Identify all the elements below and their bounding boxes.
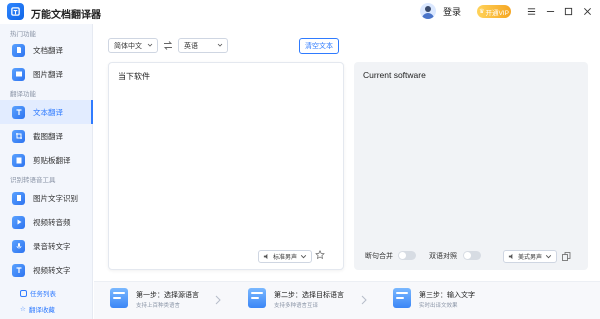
step-subtitle: 支持上百种类语言 [136,303,181,309]
sidebar-item-recording-to-text[interactable]: 录音转文字 [0,234,93,258]
sidebar-item-label: 录音转文字 [33,241,71,251]
sentence-merge-label: 断句合并 [365,253,393,260]
sidebar-item-text-translate[interactable]: 文本翻译 [0,100,93,124]
sidebar-item-clipboard-translate[interactable]: 剪贴板翻译 [0,148,93,172]
sidebar-item-video-to-audio[interactable]: 视频转音频 [0,210,93,234]
sidebar-group-hot: 热门功能 [10,31,36,38]
chevron-right-icon [215,295,221,305]
vip-button[interactable]: ♛ 开通VIP [477,5,511,18]
step-title: 第二步：选择目标语言 [274,292,344,299]
video-text-icon [12,263,25,277]
sidebar-item-document-translate[interactable]: 文档翻译 [0,38,93,62]
target-language-select[interactable]: 英语 [178,38,228,53]
chevron-down-icon [300,255,307,259]
star-outline-icon: ☆ [20,306,26,313]
app-title: 万能文档翻译器 [31,10,101,21]
sidebar-item-label: 视频转文字 [33,265,71,275]
chevron-down-icon [217,43,223,47]
step-subtitle: 实时出译文效果 [419,303,458,309]
avatar[interactable] [420,3,436,19]
crown-icon: ♛ [479,9,485,15]
chevron-right-icon [361,295,367,305]
source-text-panel[interactable]: 当下软件 [108,62,344,270]
step-document-icon [110,288,128,308]
login-link[interactable]: 登录 [443,5,461,18]
favorite-star-icon[interactable] [315,250,325,260]
bilingual-label: 双语对照 [429,253,457,260]
clear-text-button[interactable]: 清空文本 [299,38,339,54]
screenshot-icon [12,129,25,143]
step-document-icon [393,288,411,308]
close-icon[interactable] [580,4,594,18]
steps-bar: 第一步：选择源语言 支持上百种类语言 第二步：选择目标语言 支持多种语言互译 第… [94,281,600,319]
document-icon [12,43,25,57]
minimize-icon[interactable] [543,4,557,18]
source-language-value: 简体中文 [114,42,142,50]
source-voice-select[interactable]: 标准男声 [258,250,313,263]
login-area[interactable]: 登录 [420,3,461,19]
sidebar-group-tools: 识别转语音工具 [10,177,56,184]
vip-label: 开通VIP [485,9,509,17]
main-area: 简体中文 英语 清空文本 当下软件 标准男声 Current software … [94,24,600,319]
source-text-input[interactable]: 当下软件 [118,71,150,82]
sidebar-item-label: 视频转音频 [33,217,71,227]
task-list-link[interactable]: 任务列表 [20,288,56,298]
clipboard-icon [12,153,25,167]
sidebar-item-label: 图片翻译 [33,69,63,79]
sidebar-group-translate: 翻译功能 [10,91,36,98]
image-icon [12,67,25,81]
sidebar-item-label: 截图翻译 [33,131,63,141]
text-icon [12,105,25,119]
video-icon [12,215,25,229]
speaker-icon [508,253,513,260]
chevron-down-icon [545,255,552,259]
target-voice-value: 美式男声 [518,255,543,261]
sidebar-item-image-translate[interactable]: 图片翻译 [0,62,93,86]
bilingual-toggle[interactable] [463,251,481,260]
sidebar-item-ocr[interactable]: 图片文字识别 [0,186,93,210]
sidebar-item-label: 剪贴板翻译 [33,155,71,165]
chevron-down-icon [147,43,153,47]
task-list-icon [20,289,27,297]
step-subtitle: 支持多种语言互译 [274,303,319,309]
source-language-select[interactable]: 简体中文 [108,38,158,53]
title-bar: 万能文档翻译器 登录 ♛ 开通VIP [0,0,600,24]
sentence-merge-toggle[interactable] [398,251,416,260]
recording-icon [12,239,25,253]
step-title: 第三步：输入文字 [419,292,475,299]
app-logo [7,3,24,20]
sidebar-item-label: 文档翻译 [33,45,63,55]
menu-icon[interactable] [524,4,538,18]
sidebar-item-label: 文本翻译 [33,107,63,117]
sidebar: 热门功能 文档翻译 图片翻译 翻译功能 文本翻译 截图翻译 剪贴板翻译 识别转语… [0,24,93,319]
target-text-panel: Current software [354,62,588,270]
speaker-icon [263,253,268,260]
task-list-label: 任务列表 [30,291,56,298]
favorites-label: 翻译收藏 [28,307,55,314]
source-voice-value: 标准男声 [273,255,298,261]
step-document-icon [248,288,266,308]
target-language-value: 英语 [184,42,198,50]
maximize-icon[interactable] [561,4,575,18]
copy-icon[interactable] [562,252,571,261]
target-text-output: Current software [363,70,426,80]
sidebar-item-video-to-text[interactable]: 视频转文字 [0,258,93,282]
ocr-icon [12,191,25,205]
swap-languages-icon[interactable] [163,41,173,50]
sidebar-item-label: 图片文字识别 [33,193,78,203]
sidebar-item-screenshot-translate[interactable]: 截图翻译 [0,124,93,148]
step-title: 第一步：选择源语言 [136,292,199,299]
favorites-link[interactable]: ☆ 翻译收藏 [20,304,55,314]
target-voice-select[interactable]: 美式男声 [503,250,558,263]
translate-logo-icon [11,7,20,16]
